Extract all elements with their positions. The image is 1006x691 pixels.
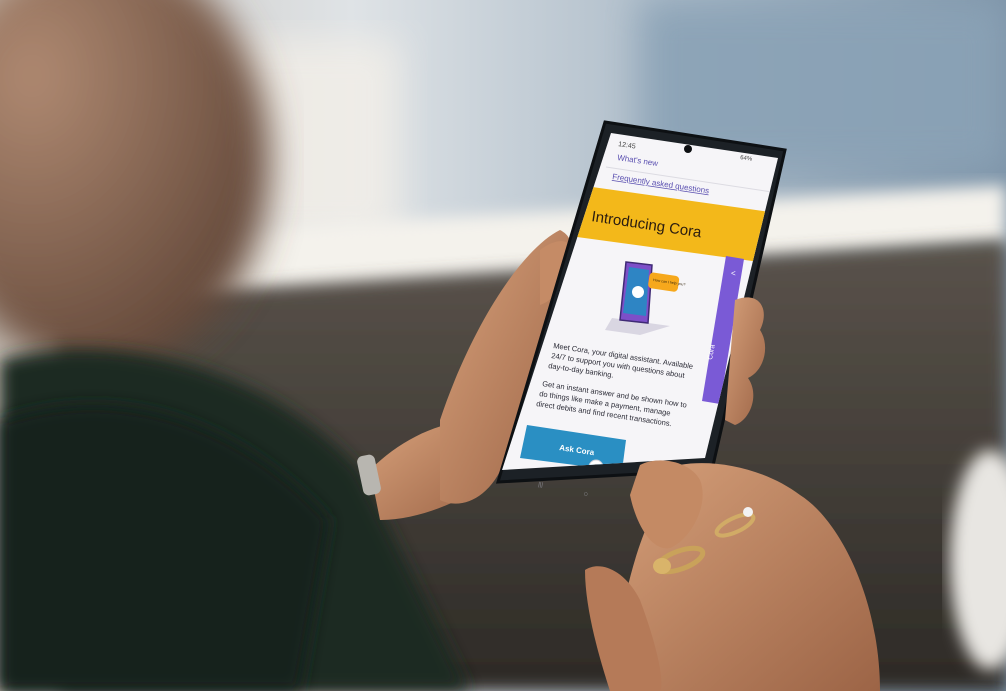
- camera-hole: [684, 145, 692, 153]
- photo-canvas: 12:45 64% What's new Frequently asked qu…: [0, 0, 1006, 691]
- chat-bubble-icon: [632, 286, 644, 298]
- photo-scene: 12:45 64% What's new Frequently asked qu…: [0, 0, 1006, 691]
- ring-diamond: [743, 507, 753, 517]
- ring-gem: [653, 558, 671, 574]
- cora-side-tab-chevron: <: [731, 269, 736, 278]
